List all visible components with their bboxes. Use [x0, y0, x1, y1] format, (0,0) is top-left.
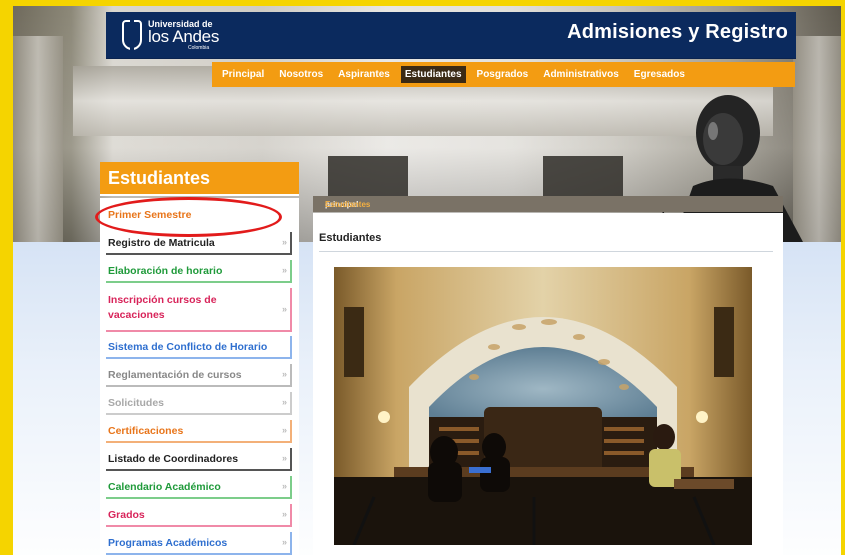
page-title: Estudiantes — [319, 232, 382, 244]
logo-icon — [122, 20, 142, 50]
sidebar-item-reglamentacion-de-cursos[interactable]: Reglamentación de cursos » — [106, 364, 292, 387]
chevron-right-icon: » — [281, 425, 287, 435]
sidebar-item-label: Sistema de Conflicto de Horario — [108, 341, 268, 353]
sidebar-header: Estudiantes — [100, 162, 299, 196]
university-logo[interactable]: Universidad de los Andes Colombia — [122, 18, 232, 52]
sidebar-item-grados[interactable]: Grados » — [106, 504, 292, 527]
sidebar-item-label: Programas Académicos — [108, 537, 228, 549]
sidebar-item-listado-de-coordinadores[interactable]: Listado de Coordinadores » — [106, 448, 292, 471]
main-nav: Principal Nosotros Aspirantes Estudiante… — [212, 62, 795, 87]
chevron-right-icon: » — [281, 304, 287, 314]
sidebar-item-certificaciones[interactable]: Certificaciones » — [106, 420, 292, 443]
chevron-right-icon: » — [281, 265, 287, 275]
nav-item-administrativos[interactable]: Administrativos — [539, 66, 623, 83]
nav-item-aspirantes[interactable]: Aspirantes — [334, 66, 394, 83]
site-title: Admisiones y Registro — [567, 21, 788, 43]
sidebar-item-label: Calendario Académico — [108, 481, 221, 493]
chevron-right-icon: » — [281, 453, 287, 463]
sidebar-title: Estudiantes — [108, 168, 211, 188]
main-content: Estudiantes — [313, 213, 783, 555]
sidebar-item-label: Registro de Matricula — [108, 237, 215, 249]
library-reading-room-photo — [334, 267, 752, 545]
site-header: Universidad de los Andes Colombia Admisi… — [106, 12, 796, 59]
sidebar-item-inscripcion-cursos-vacaciones[interactable]: Inscripción cursos de vacaciones » — [106, 288, 292, 332]
sidebar-item-solicitudes[interactable]: Solicitudes » — [106, 392, 292, 415]
sidebar-item-label: Solicitudes — [108, 397, 165, 409]
sidebar-item-label: Elaboración de horario — [108, 265, 223, 277]
breadcrumb: principal - Estudiantes — [313, 196, 783, 212]
highlight-annotation-circle — [95, 197, 282, 237]
chevron-right-icon: » — [281, 397, 287, 407]
nav-item-posgrados[interactable]: Posgrados — [473, 66, 533, 83]
sidebar-item-label: Grados — [108, 509, 145, 521]
page-frame: Universidad de los Andes Colombia Admisi… — [0, 0, 845, 555]
breadcrumb-current: Estudiantes — [325, 200, 371, 209]
chevron-right-icon: » — [281, 509, 287, 519]
sidebar-item-sistema-conflicto-horario[interactable]: Sistema de Conflicto de Horario — [106, 336, 292, 359]
sidebar-item-elaboracion-de-horario[interactable]: Elaboración de horario » — [106, 260, 292, 283]
chevron-right-icon: » — [281, 369, 287, 379]
nav-item-egresados[interactable]: Egresados — [630, 66, 689, 83]
sidebar-item-programas-academicos[interactable]: Programas Académicos » — [106, 532, 292, 555]
chevron-right-icon: » — [281, 237, 287, 247]
chevron-right-icon: » — [281, 537, 287, 547]
title-divider — [319, 251, 773, 252]
sidebar-item-calendario-academico[interactable]: Calendario Académico » — [106, 476, 292, 499]
sidebar-item-label: Inscripción cursos de vacaciones — [108, 294, 217, 321]
sidebar-item-label: Reglamentación de cursos — [108, 369, 242, 381]
logo-line-2: los Andes — [148, 27, 220, 46]
nav-item-principal[interactable]: Principal — [218, 66, 268, 83]
sidebar-item-label: Listado de Coordinadores — [108, 453, 239, 465]
sidebar: Primer Semestre Registro de Matricula » … — [100, 198, 299, 555]
nav-item-estudiantes[interactable]: Estudiantes — [400, 66, 466, 83]
sidebar-item-label: Certificaciones — [108, 425, 184, 437]
chevron-right-icon: » — [281, 481, 287, 491]
logo-line-3: Colombia — [188, 45, 210, 51]
nav-item-nosotros[interactable]: Nosotros — [275, 66, 327, 83]
